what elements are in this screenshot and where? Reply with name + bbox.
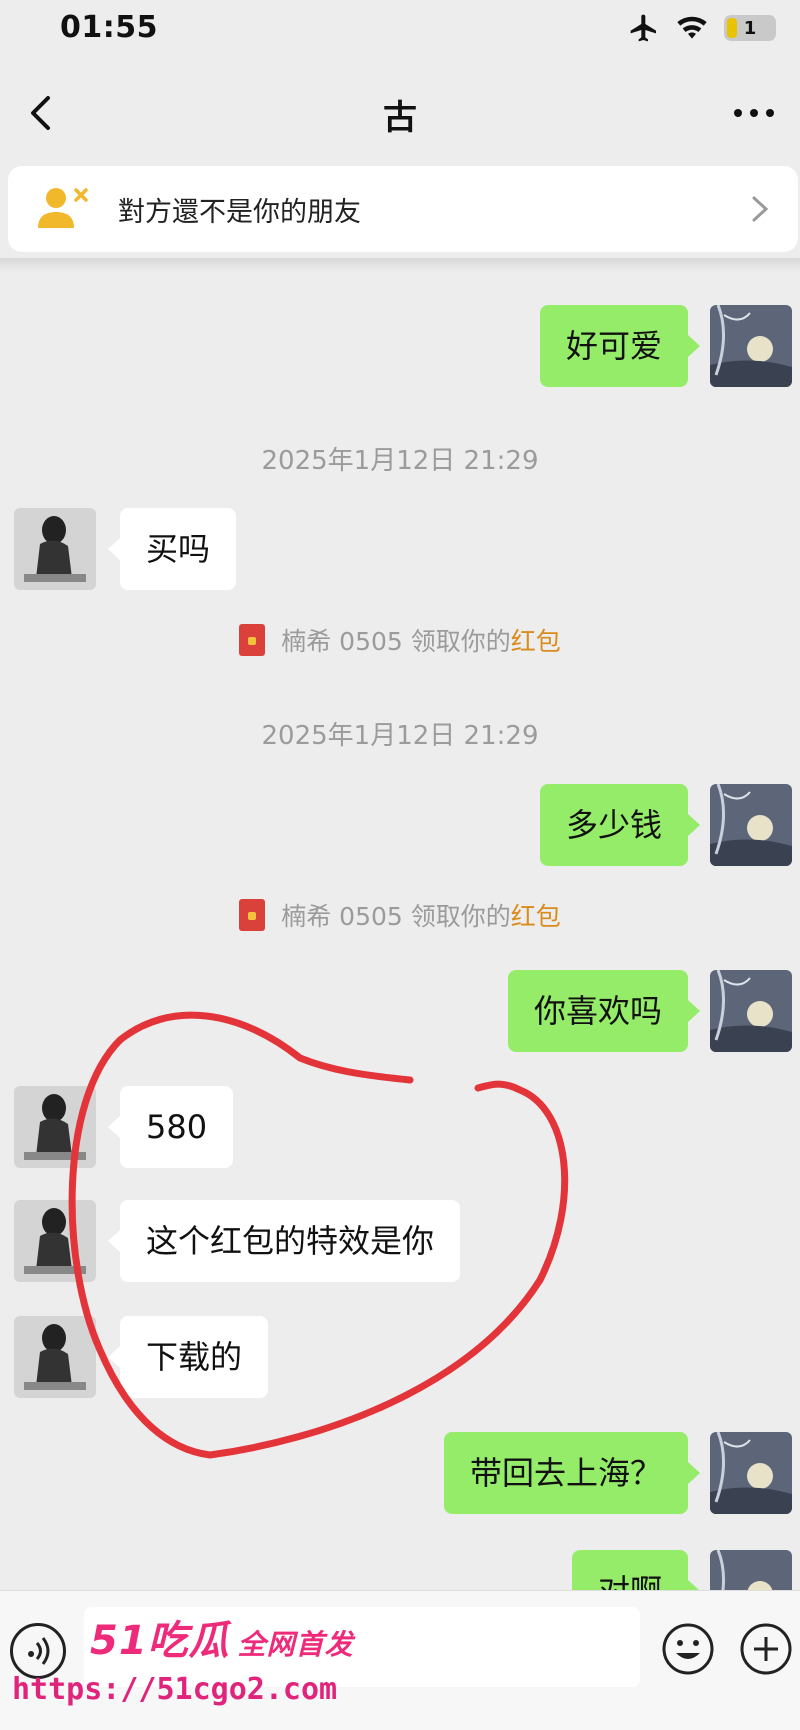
contact-avatar[interactable] [14, 1200, 96, 1282]
watermark-brand: 51吃瓜 全网首发 [90, 1608, 354, 1666]
self-avatar[interactable] [710, 305, 792, 387]
chat-title: 古 [383, 98, 417, 138]
self-avatar[interactable] [710, 1432, 792, 1514]
watermark-url: https://51cgo2.com [12, 1672, 338, 1707]
system-notice: 楠希 0505 领取你的红包 [0, 622, 800, 658]
timestamp: 2025年1月12日 21:29 [261, 446, 539, 476]
user-x-icon [38, 188, 88, 228]
message-incoming[interactable]: 580 [107, 1086, 234, 1168]
red-packet-icon [239, 624, 266, 656]
watermark-brand-name: 51吃瓜 [90, 1618, 230, 1664]
message-outgoing[interactable]: 好可爱 [539, 305, 701, 387]
battery-icon: 1 [724, 15, 776, 41]
watermark-tagline: 全网首发 [237, 1628, 354, 1661]
self-avatar[interactable] [710, 970, 792, 1052]
red-packet-icon [239, 899, 266, 931]
emoji-icon[interactable] [660, 1621, 716, 1677]
chevron-right-icon [752, 196, 769, 222]
timestamp: 2025年1月12日 21:29 [261, 721, 539, 751]
red-packet-link[interactable]: 红包 [511, 627, 561, 656]
plus-icon[interactable] [738, 1621, 794, 1677]
message-incoming[interactable]: 下载的 [107, 1316, 269, 1398]
status-time: 01:55 [60, 10, 158, 45]
banner-shadow [0, 258, 800, 272]
system-notice: 楠希 0505 领取你的红包 [0, 897, 800, 933]
airplane-icon [630, 14, 656, 42]
message-outgoing[interactable]: 带回去上海？ [443, 1432, 701, 1514]
self-avatar[interactable] [710, 784, 792, 866]
contact-avatar[interactable] [14, 1086, 96, 1168]
system-notice-text: 楠希 0505 领取你的 [281, 627, 511, 656]
system-notice-text: 楠希 0505 领取你的 [281, 902, 511, 931]
banner-text: 對方還不是你的朋友 [118, 197, 361, 228]
contact-avatar[interactable] [14, 1316, 96, 1398]
voice-icon[interactable] [10, 1623, 66, 1679]
message-outgoing[interactable]: 多少钱 [539, 784, 701, 866]
status-icons: 1 [628, 12, 776, 44]
nav-bar: 古 [0, 70, 800, 160]
more-icon[interactable] [728, 96, 780, 130]
battery-level: 1 [743, 17, 757, 39]
message-incoming[interactable]: 这个红包的特效是你 [107, 1200, 461, 1282]
status-bar: 01:55 1 [0, 0, 800, 56]
message-incoming[interactable]: 买吗 [107, 508, 237, 590]
wifi-icon [677, 16, 707, 39]
message-outgoing[interactable]: 你喜欢吗 [507, 970, 701, 1052]
red-packet-link[interactable]: 红包 [511, 902, 561, 931]
not-friend-banner[interactable]: 對方還不是你的朋友 [8, 166, 798, 252]
contact-avatar[interactable] [14, 508, 96, 590]
